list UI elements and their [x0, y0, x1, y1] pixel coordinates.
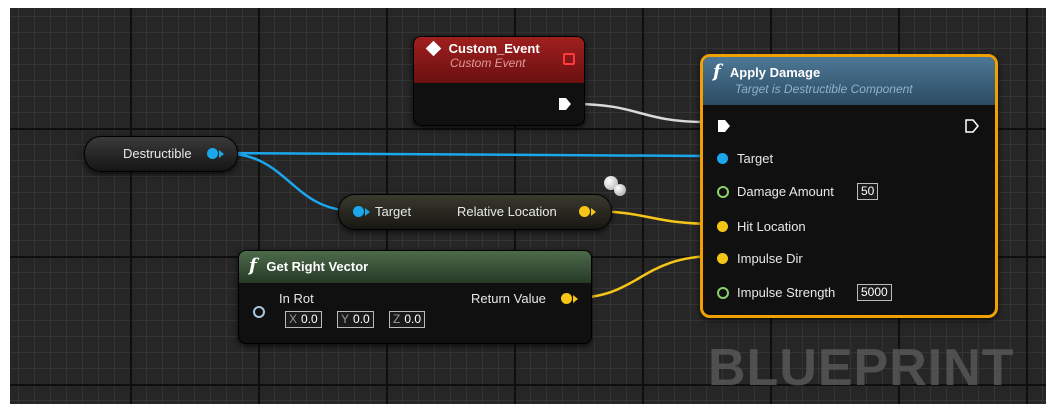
- blueprint-canvas[interactable]: Custom_Event Custom Event f Apply Damage…: [0, 0, 1054, 412]
- impulse-dir-label: Impulse Dir: [737, 251, 803, 266]
- custom-event-title: Custom_Event: [448, 41, 540, 56]
- pin-arrow-icon: [591, 208, 596, 216]
- return-value-label: Return Value: [471, 291, 546, 306]
- custom-event-subtitle: Custom Event: [450, 56, 526, 70]
- pin-arrow-icon: [573, 295, 578, 303]
- relloc-target-label: Target: [375, 204, 412, 219]
- target-label: Target: [737, 151, 774, 166]
- pin-arrow-icon: [219, 150, 224, 158]
- event-diamond-icon: [425, 40, 442, 57]
- return-value-pin[interactable]: [561, 293, 572, 304]
- pin-arrow-icon: [365, 208, 370, 216]
- get-right-vector-title: Get Right Vector: [266, 259, 369, 274]
- hit-location-label: Hit Location: [737, 219, 806, 234]
- damage-amount-pin[interactable]: [717, 186, 729, 198]
- impulse-dir-pin[interactable]: [717, 253, 728, 264]
- relloc-output-label: Relative Location: [457, 204, 557, 219]
- function-icon: f: [249, 255, 257, 276]
- get-right-vector-node[interactable]: f Get Right Vector In Rot X 0.0 Y 0.0 Z 0.0…: [238, 250, 592, 344]
- x-value: 0.0: [301, 312, 318, 326]
- y-label: Y: [341, 312, 350, 326]
- custom-event-node[interactable]: Custom_Event Custom Event: [413, 36, 585, 126]
- get-right-vector-header[interactable]: f Get Right Vector: [239, 251, 591, 283]
- y-field[interactable]: Y 0.0: [337, 311, 374, 328]
- relloc-target-pin[interactable]: [353, 206, 364, 217]
- damage-amount-label: Damage Amount: [737, 184, 834, 199]
- impulse-strength-label: Impulse Strength: [737, 285, 836, 300]
- relative-location-node[interactable]: Target Relative Location: [338, 194, 612, 230]
- pure-node-icon-2: [614, 184, 626, 196]
- custom-event-exec-out-icon[interactable]: [558, 97, 572, 111]
- z-label: Z: [393, 312, 401, 326]
- damage-amount-field[interactable]: 50: [857, 183, 879, 200]
- apply-damage-node[interactable]: f Apply Damage Target is Destructible Co…: [700, 54, 998, 318]
- function-icon: f: [713, 61, 721, 82]
- event-delegate-icon[interactable]: [563, 53, 575, 65]
- z-field[interactable]: Z 0.0: [389, 311, 426, 328]
- impulse-strength-field[interactable]: 5000: [857, 284, 892, 301]
- hit-location-pin[interactable]: [717, 221, 728, 232]
- relloc-out-pin[interactable]: [579, 206, 590, 217]
- destructible-variable-node[interactable]: Destructible: [84, 136, 238, 172]
- target-pin[interactable]: [717, 153, 728, 164]
- x-field[interactable]: X 0.0: [285, 311, 322, 328]
- x-label: X: [289, 312, 298, 326]
- destructible-out-pin[interactable]: [207, 148, 218, 159]
- apply-damage-exec-out-icon[interactable]: [965, 119, 979, 133]
- apply-damage-header[interactable]: f Apply Damage Target is Destructible Co…: [703, 57, 995, 105]
- destructible-label: Destructible: [123, 146, 192, 161]
- y-value: 0.0: [353, 312, 370, 326]
- in-rot-label: In Rot: [279, 291, 314, 306]
- in-rot-pin[interactable]: [253, 306, 265, 318]
- apply-damage-title: Apply Damage: [729, 65, 821, 80]
- blueprint-watermark: BLUEPRINT: [708, 339, 1015, 397]
- apply-damage-subtitle: Target is Destructible Component: [735, 82, 913, 96]
- impulse-strength-pin[interactable]: [717, 287, 729, 299]
- z-value: 0.0: [404, 312, 422, 326]
- apply-damage-exec-in-icon[interactable]: [717, 119, 731, 133]
- custom-event-header[interactable]: Custom_Event Custom Event: [414, 37, 584, 83]
